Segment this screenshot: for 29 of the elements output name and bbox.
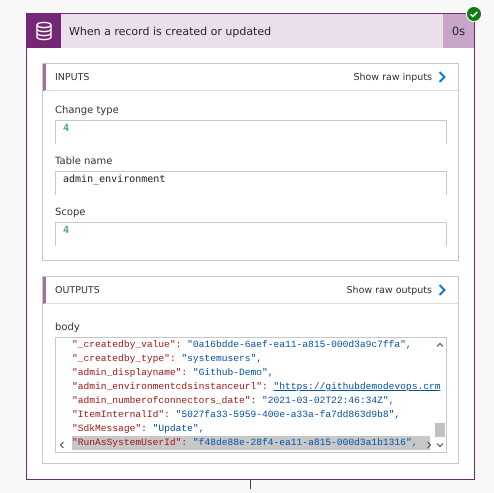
url-link[interactable]: "https://githubdemodevops.crm: [274, 381, 440, 392]
section-heading: INPUTS: [55, 72, 90, 82]
scroll-up-icon[interactable]: [436, 342, 444, 347]
scroll-right-icon[interactable]: [427, 441, 432, 449]
field-label: body: [55, 322, 81, 333]
value-field: 4: [55, 120, 447, 144]
scroll-left-icon[interactable]: [59, 441, 64, 449]
field-label: Change type: [55, 105, 120, 116]
chevron-right-icon: [438, 71, 446, 83]
trigger-header[interactable]: When a record is created or updated 0s: [27, 14, 474, 48]
code-line: "admin_numberofconnectors_date": "2021-03-02T22:46:34Z",: [72, 394, 396, 408]
code-line: "_createdby_type": "systemusers",: [72, 352, 264, 366]
trigger-title: When a record is created or updated: [68, 24, 272, 40]
value-field: admin_environment: [55, 171, 447, 195]
code-line: "SdkMessage": "Update",: [72, 422, 206, 436]
code-line: "_createdby_value": "0a16bdde-6aef-ea11-a815-000d3a9c7ffa",: [72, 338, 413, 352]
scrollbar-thumb[interactable]: [435, 423, 445, 437]
show-raw-outputs-link[interactable]: Show raw outputs: [346, 284, 446, 296]
value-field: 4: [55, 222, 447, 246]
scroll-down-icon[interactable]: [436, 443, 444, 448]
show-raw-inputs-link[interactable]: Show raw inputs: [353, 71, 446, 83]
database-icon: [35, 21, 53, 41]
chevron-right-icon: [438, 284, 446, 296]
field-label: Table name: [55, 156, 114, 167]
duration-label: 0s: [443, 14, 474, 48]
code-line: "ItemInternalId": "5027fa33-5959-400e-a33a-fa7dd863d9b8",: [72, 408, 402, 422]
section-heading: OUTPUTS: [55, 284, 101, 296]
field-label: Scope: [55, 207, 86, 218]
code-line: "admin_displayname": "Github-Demo",: [72, 366, 275, 380]
